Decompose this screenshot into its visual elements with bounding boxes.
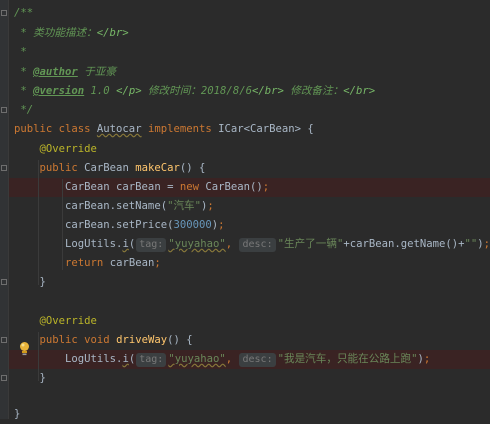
code-token: *: [14, 46, 27, 58]
code-token: public: [39, 162, 85, 174]
code-token: @Override: [39, 143, 97, 155]
code-line[interactable]: public CarBean makeCar() {: [0, 159, 490, 178]
code-line[interactable]: *: [0, 43, 490, 62]
code-line[interactable]: * 类功能描述：</br>: [0, 24, 490, 43]
code-token: "yuyahao": [168, 238, 226, 250]
code-line[interactable]: [0, 293, 490, 312]
fold-toggle-icon[interactable]: [1, 10, 7, 16]
code-token: "汽车": [167, 200, 202, 212]
code-token: </br>: [96, 27, 129, 39]
code-token: "yuyahao": [168, 353, 226, 365]
code-token: ICar<CarBean> {: [218, 123, 314, 135]
fold-toggle-icon[interactable]: [1, 279, 7, 285]
code-token: ;: [423, 353, 431, 365]
code-token: *: [14, 66, 34, 78]
code-token: @Override: [39, 315, 97, 327]
parameter-hint: tag:: [136, 353, 167, 367]
code-token: 1.0: [84, 85, 117, 97]
code-token: </br>: [343, 85, 376, 97]
code-token: ;: [262, 181, 270, 193]
code-token: ,: [225, 353, 239, 365]
code-token: @version: [33, 85, 85, 97]
code-token: "": [464, 238, 478, 250]
code-token: driveWay: [116, 334, 168, 346]
code-token: 修改备注：: [283, 85, 344, 97]
code-token: *: [14, 85, 34, 97]
code-line[interactable]: @Override: [0, 312, 490, 331]
code-token: @author: [33, 66, 78, 78]
code-line[interactable]: carBean.setName("汽车");: [0, 197, 490, 216]
code-token: carBean.setName(: [14, 200, 168, 212]
code-token: LogUtils.: [14, 353, 123, 365]
code-token: public class: [14, 123, 97, 135]
code-token: makeCar: [135, 162, 180, 174]
code-line[interactable]: CarBean carBean = new CarBean();: [0, 178, 490, 197]
code-token: () {: [167, 334, 193, 346]
fold-toggle-icon[interactable]: [1, 337, 7, 343]
code-token: </br>: [251, 85, 284, 97]
code-token: ;: [218, 219, 225, 231]
code-token: (: [128, 238, 136, 250]
code-token: Autocar: [96, 123, 142, 135]
code-token: implements: [141, 123, 219, 135]
code-token: /**: [14, 7, 34, 19]
lightbulb-icon[interactable]: [19, 341, 30, 357]
code-token: "生产了一辆": [277, 238, 344, 250]
code-token: +carBean.getName()+: [343, 238, 465, 250]
code-token: carBean: [109, 257, 155, 269]
code-token: "我是汽车，只能在公路上跑": [277, 353, 418, 365]
code-line[interactable]: @Override: [0, 140, 490, 159]
code-token: (: [128, 353, 136, 365]
code-line[interactable]: */: [0, 101, 490, 120]
code-token: CarBean: [84, 162, 136, 174]
code-token: }: [14, 372, 46, 384]
code-line[interactable]: return carBean;: [0, 254, 490, 273]
code-line[interactable]: LogUtils.i(tag: "yuyahao", desc: "我是汽车，只能在…: [0, 350, 490, 369]
code-line[interactable]: LogUtils.i(tag: "yuyahao", desc: "生产了一辆"+c…: [0, 235, 490, 254]
code-line[interactable]: /**: [0, 4, 490, 23]
code-editor[interactable]: /** * 类功能描述：</br> * * @author 于亚豪 * @ver…: [0, 0, 490, 420]
parameter-hint: tag:: [136, 238, 167, 252]
code-token: }: [14, 276, 46, 288]
code-token: carBean.setPrice(: [14, 219, 174, 231]
code-token: }: [14, 408, 21, 420]
code-token: CarBean(): [205, 181, 263, 193]
fold-toggle-icon[interactable]: [1, 375, 7, 381]
code-token: () {: [179, 162, 206, 174]
code-token: 300000: [173, 219, 212, 231]
code-line[interactable]: * @author 于亚豪: [0, 63, 490, 82]
code-token: return: [65, 257, 110, 269]
code-line[interactable]: public class Autocar implements ICar<Car…: [0, 120, 490, 139]
code-token: public void: [39, 334, 117, 346]
fold-toggle-icon[interactable]: [1, 165, 7, 171]
code-line[interactable]: carBean.setPrice(300000);: [0, 216, 490, 235]
code-token: *: [14, 27, 34, 39]
code-line[interactable]: }: [0, 273, 490, 292]
code-token: 类功能描述：: [33, 27, 97, 39]
code-line[interactable]: }: [0, 369, 490, 388]
code-token: new: [179, 181, 206, 193]
code-token: */: [14, 104, 34, 116]
fold-toggle-icon[interactable]: [1, 107, 7, 113]
code-line[interactable]: * @version 1.0 </p> 修改时间：2018/8/6</br> 修…: [0, 82, 490, 101]
code-token: LogUtils.: [14, 238, 123, 250]
code-token: 修改时间：2018/8/6: [141, 85, 252, 97]
parameter-hint: desc:: [239, 353, 276, 367]
code-token: ;: [207, 200, 214, 212]
code-token: ,: [225, 238, 239, 250]
code-line[interactable]: }: [0, 405, 490, 424]
code-token: ;: [154, 257, 161, 269]
code-token: </p>: [116, 85, 142, 97]
code-line[interactable]: public void driveWay() {: [0, 331, 490, 350]
code-token: CarBean carBean =: [14, 181, 180, 193]
code-token: ;: [483, 238, 490, 250]
parameter-hint: desc:: [239, 238, 276, 252]
code-token: 于亚豪: [77, 66, 116, 78]
